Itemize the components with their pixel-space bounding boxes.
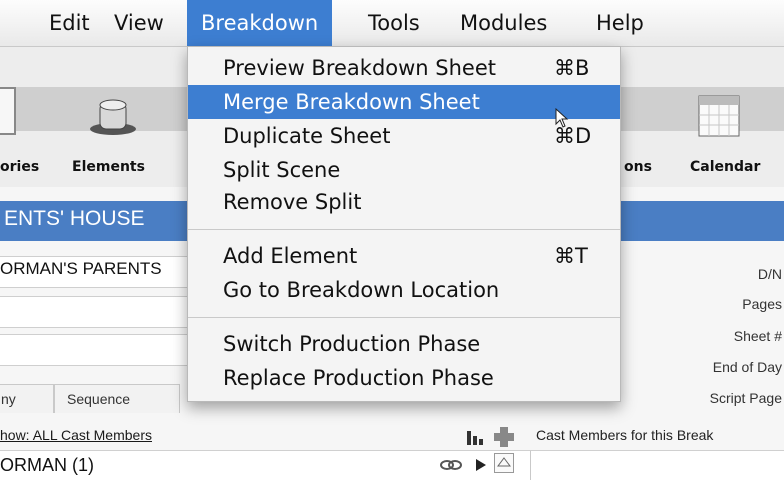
cast-row[interactable]: ORMAN (1)	[0, 450, 530, 480]
menu-item-label: Split Scene	[223, 158, 341, 182]
menu-item-replace-production-phase[interactable]: Replace Production Phase	[188, 361, 620, 395]
categories-icon[interactable]	[0, 87, 16, 135]
calendar-icon[interactable]	[698, 95, 740, 137]
toolbar-label-elements: Elements	[72, 159, 145, 175]
scroll-up-button[interactable]	[494, 453, 514, 473]
end-of-day-label: End of Day	[712, 359, 782, 375]
scene-title: ENTS' HOUSE	[4, 207, 145, 230]
link-icon[interactable]	[440, 457, 462, 473]
menu-item-shortcut: ⌘B	[554, 56, 590, 80]
menu-view[interactable]: View	[100, 0, 178, 46]
menu-item-label: Switch Production Phase	[223, 332, 481, 356]
menu-item-split-scene[interactable]: Split Scene	[188, 153, 620, 187]
menu-modules[interactable]: Modules	[446, 0, 561, 46]
dn-label: D/N	[757, 266, 782, 282]
set-value: ORMAN'S PARENTS	[0, 259, 162, 278]
cast-list-header: Cast Members for this Break	[536, 427, 714, 443]
toolbar-label-categories: ories	[0, 159, 40, 175]
menu-item-label: Go to Breakdown Location	[223, 278, 500, 302]
arrow-right-icon[interactable]	[476, 459, 486, 471]
add-icon[interactable]	[493, 426, 515, 448]
cast-list-panel	[530, 450, 784, 480]
menu-item-switch-production-phase[interactable]: Switch Production Phase	[188, 327, 620, 361]
menu-bar: Edit View Breakdown Tools Modules Help	[0, 0, 784, 47]
mouse-cursor-icon	[555, 108, 569, 128]
menu-breakdown[interactable]: Breakdown	[187, 0, 333, 46]
menu-item-label: Replace Production Phase	[223, 366, 494, 390]
menu-separator	[188, 229, 620, 230]
menu-item-add-element[interactable]: Add Element ⌘T	[188, 239, 620, 273]
show-cast-link[interactable]: how: ALL Cast Members	[0, 427, 152, 443]
menu-help[interactable]: Help	[582, 0, 658, 46]
menu-edit[interactable]: Edit	[35, 0, 104, 46]
menu-separator	[188, 317, 620, 318]
arrow-up-icon	[497, 457, 511, 467]
script-page-label: Script Page	[709, 390, 782, 406]
toolbar-label-calendar: Calendar	[690, 159, 761, 175]
menu-tools[interactable]: Tools	[354, 0, 434, 46]
tab-category[interactable]: ny	[0, 384, 54, 413]
menu-item-label: Preview Breakdown Sheet	[223, 56, 496, 80]
menu-item-shortcut: ⌘T	[554, 244, 588, 268]
menu-item-label: Remove Split	[223, 190, 362, 214]
bar-chart-icon[interactable]	[466, 429, 484, 445]
breakdown-menu: Preview Breakdown Sheet ⌘B Merge Breakdo…	[187, 46, 621, 402]
cast-row-name: ORMAN (1)	[0, 455, 94, 475]
pages-label: Pages	[742, 296, 782, 312]
menu-item-preview-breakdown-sheet[interactable]: Preview Breakdown Sheet ⌘B	[188, 51, 620, 85]
menu-item-label: Merge Breakdown Sheet	[223, 90, 480, 114]
tab-sequence[interactable]: Sequence	[54, 384, 180, 413]
hat-icon[interactable]	[88, 95, 138, 137]
menu-item-go-to-breakdown-location[interactable]: Go to Breakdown Location	[188, 273, 620, 307]
menu-item-label: Add Element	[223, 244, 358, 268]
sheet-label: Sheet #	[733, 328, 782, 344]
toolbar-label-locations: ons	[624, 159, 652, 175]
menu-item-label: Duplicate Sheet	[223, 124, 391, 148]
menu-item-remove-split[interactable]: Remove Split	[188, 185, 620, 219]
